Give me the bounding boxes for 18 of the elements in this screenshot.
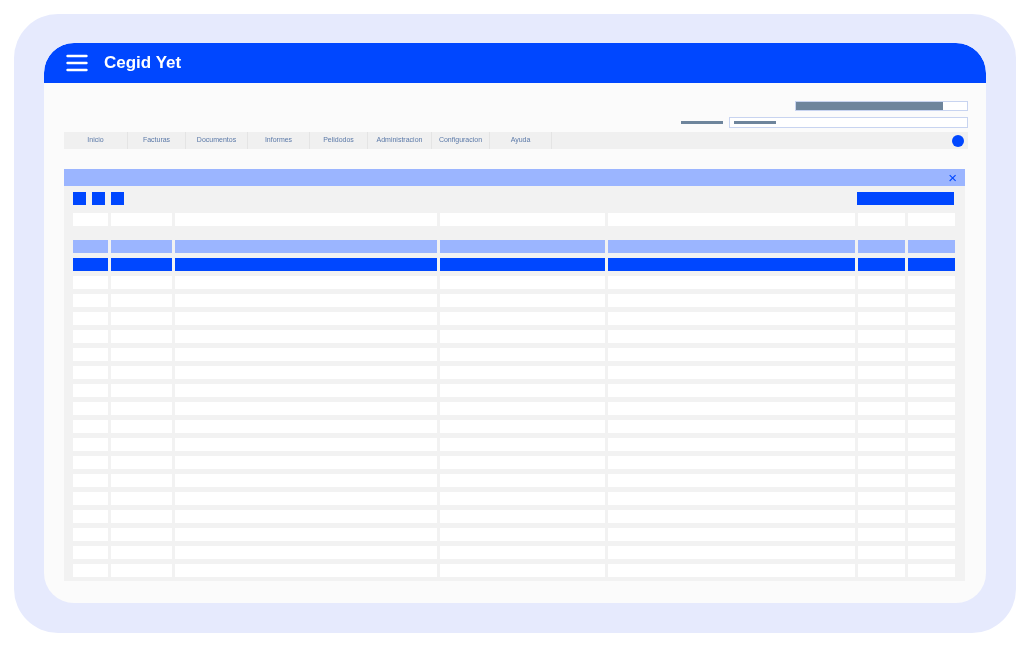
column-header — [111, 240, 172, 253]
column-header — [858, 240, 905, 253]
close-button[interactable]: × — [948, 170, 957, 185]
toolbar-button[interactable] — [92, 191, 105, 205]
column-header — [908, 240, 955, 253]
table-cell — [111, 258, 172, 271]
table-cell — [858, 258, 905, 271]
column-header — [73, 240, 108, 253]
toolbar-button[interactable] — [111, 191, 124, 205]
field-label — [681, 121, 723, 124]
field-value — [734, 121, 776, 124]
action-button[interactable] — [857, 191, 954, 205]
menu-icon[interactable] — [66, 54, 88, 72]
table-cell — [73, 258, 108, 271]
table-cell — [908, 258, 955, 271]
input-field[interactable] — [729, 117, 968, 128]
app-title: Cegid Yet — [104, 52, 182, 75]
toolbar-button[interactable] — [73, 191, 86, 205]
